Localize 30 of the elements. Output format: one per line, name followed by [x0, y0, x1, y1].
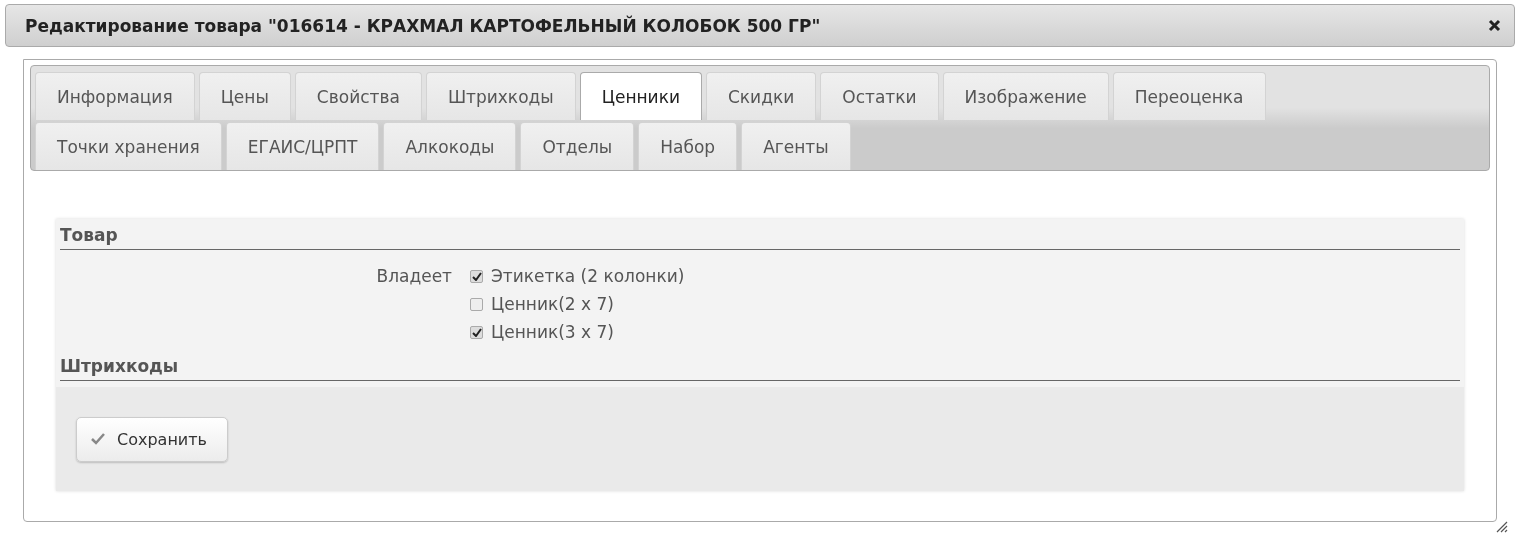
tab[interactable]: Свойства — [294, 72, 422, 120]
resize-grip-icon[interactable] — [1494, 519, 1508, 533]
checkbox-label: Этикетка (2 колонки) — [491, 266, 685, 286]
tab[interactable]: ЕГАИС/ЦРПТ — [225, 122, 380, 170]
tab[interactable]: Переоценка — [1112, 72, 1266, 120]
check-icon — [91, 433, 105, 445]
checkbox[interactable] — [470, 269, 483, 283]
tab[interactable]: Штрихкоды — [425, 72, 576, 120]
close-icon — [1487, 19, 1501, 32]
tab[interactable]: Цены — [198, 72, 291, 120]
checkbox[interactable] — [470, 297, 483, 311]
checkbox-label: Ценник(3 x 7) — [491, 322, 614, 342]
tab[interactable]: Остатки — [820, 72, 939, 120]
tab[interactable]: Скидки — [706, 72, 817, 120]
window-title: Редактирование товара "016614 - КРАХМАЛ КАРТОФЕЛЬНЫЙ КОЛОБОК 500 ГР" — [25, 15, 821, 36]
tab[interactable]: Отделы — [520, 122, 635, 170]
section-title: Штрихкоды — [60, 354, 1460, 381]
section-title: Товар — [60, 223, 1460, 250]
tab[interactable]: Набор — [638, 122, 738, 170]
tab[interactable]: Точки хранения — [35, 122, 222, 170]
tab[interactable]: Ценники — [579, 72, 702, 120]
tab[interactable]: Изображение — [942, 72, 1109, 120]
tab[interactable]: Алкокоды — [383, 122, 517, 170]
checkbox[interactable] — [470, 325, 483, 339]
tab[interactable]: Информация — [35, 72, 195, 120]
save-button[interactable]: Сохранить — [76, 416, 228, 462]
close-button[interactable] — [1486, 17, 1502, 34]
tab[interactable]: Агенты — [741, 122, 851, 170]
field-label: Владеет — [375, 265, 453, 288]
checkbox-label: Ценник(2 x 7) — [491, 294, 614, 314]
